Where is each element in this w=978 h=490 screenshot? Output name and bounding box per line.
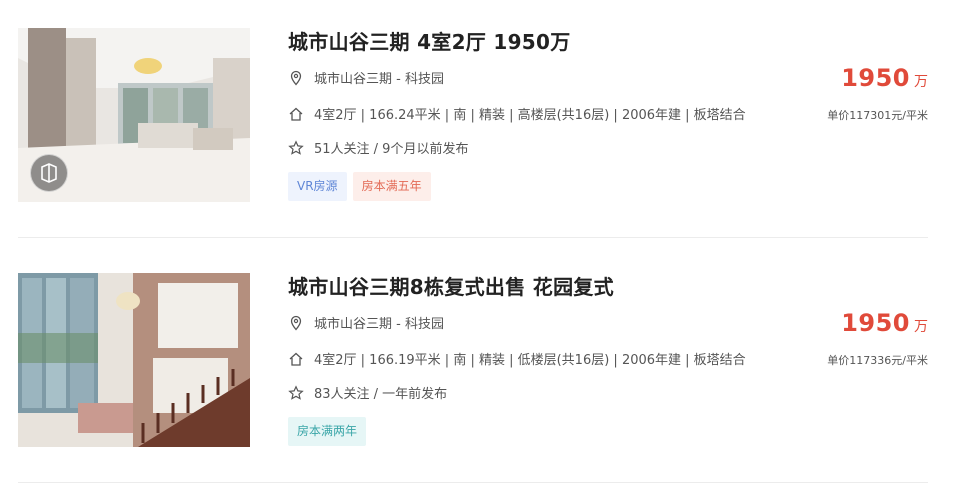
listing-title[interactable]: 城市山谷三期 4室2厅 1950万 [288,26,571,55]
listing-follow-row: 51人关注 / 9个月以前发布 [288,138,468,157]
unit-price: 单价117301元/平米 [827,109,928,122]
tag-five-years: 房本满五年 [352,172,431,201]
listing-card[interactable]: 城市山谷三期8栋复式出售 花园复式 城市山谷三期 - 科技园 4室2厅 | 16… [0,245,978,490]
listing-info-row: 4室2厅 | 166.24平米 | 南 | 精装 | 高楼层(共16层) | 2… [288,104,746,123]
listing-card[interactable]: 城市山谷三期 4室2厅 1950万 城市山谷三期 - 科技园 4室2厅 | 16… [0,0,978,245]
star-icon [288,384,304,401]
listing-info-row: 4室2厅 | 166.19平米 | 南 | 精装 | 低楼层(共16层) | 2… [288,349,746,368]
total-price: 1950 万 [841,309,928,337]
price-value: 1950 [841,309,910,337]
listing-address-row: 城市山谷三期 - 科技园 [288,313,444,332]
vr-icon[interactable] [30,154,68,192]
listing-follow-row: 83人关注 / 一年前发布 [288,383,447,402]
listing-tags: VR房源 房本满五年 [288,172,431,201]
listing-address[interactable]: 城市山谷三期 - 科技园 [314,313,444,332]
tag-two-years: 房本满两年 [288,417,367,446]
listing-address[interactable]: 城市山谷三期 - 科技园 [314,68,444,87]
listing-info: 4室2厅 | 166.19平米 | 南 | 精装 | 低楼层(共16层) | 2… [314,353,746,368]
unit-price: 单价117336元/平米 [827,354,928,367]
listing-info: 4室2厅 | 166.24平米 | 南 | 精装 | 高楼层(共16层) | 2… [314,108,746,123]
listing-follow: 83人关注 / 一年前发布 [314,387,448,402]
price-unit: 万 [914,74,928,90]
price-unit: 万 [914,319,928,335]
house-icon [288,351,304,367]
total-price: 1950 万 [841,64,928,92]
listing-tags: 房本满两年 [288,417,367,446]
tag-vr: VR房源 [288,172,347,201]
price-value: 1950 [841,64,910,92]
location-pin-icon [288,315,304,331]
listing-title[interactable]: 城市山谷三期8栋复式出售 花园复式 [288,271,614,300]
location-pin-icon [288,70,304,86]
star-icon [288,139,304,156]
listing-follow: 51人关注 / 9个月以前发布 [314,142,469,157]
listing-address-row: 城市山谷三期 - 科技园 [288,68,444,87]
house-icon [288,106,304,122]
listing-photo[interactable] [18,273,250,447]
divider [18,237,928,238]
listing-photo[interactable] [18,28,250,202]
